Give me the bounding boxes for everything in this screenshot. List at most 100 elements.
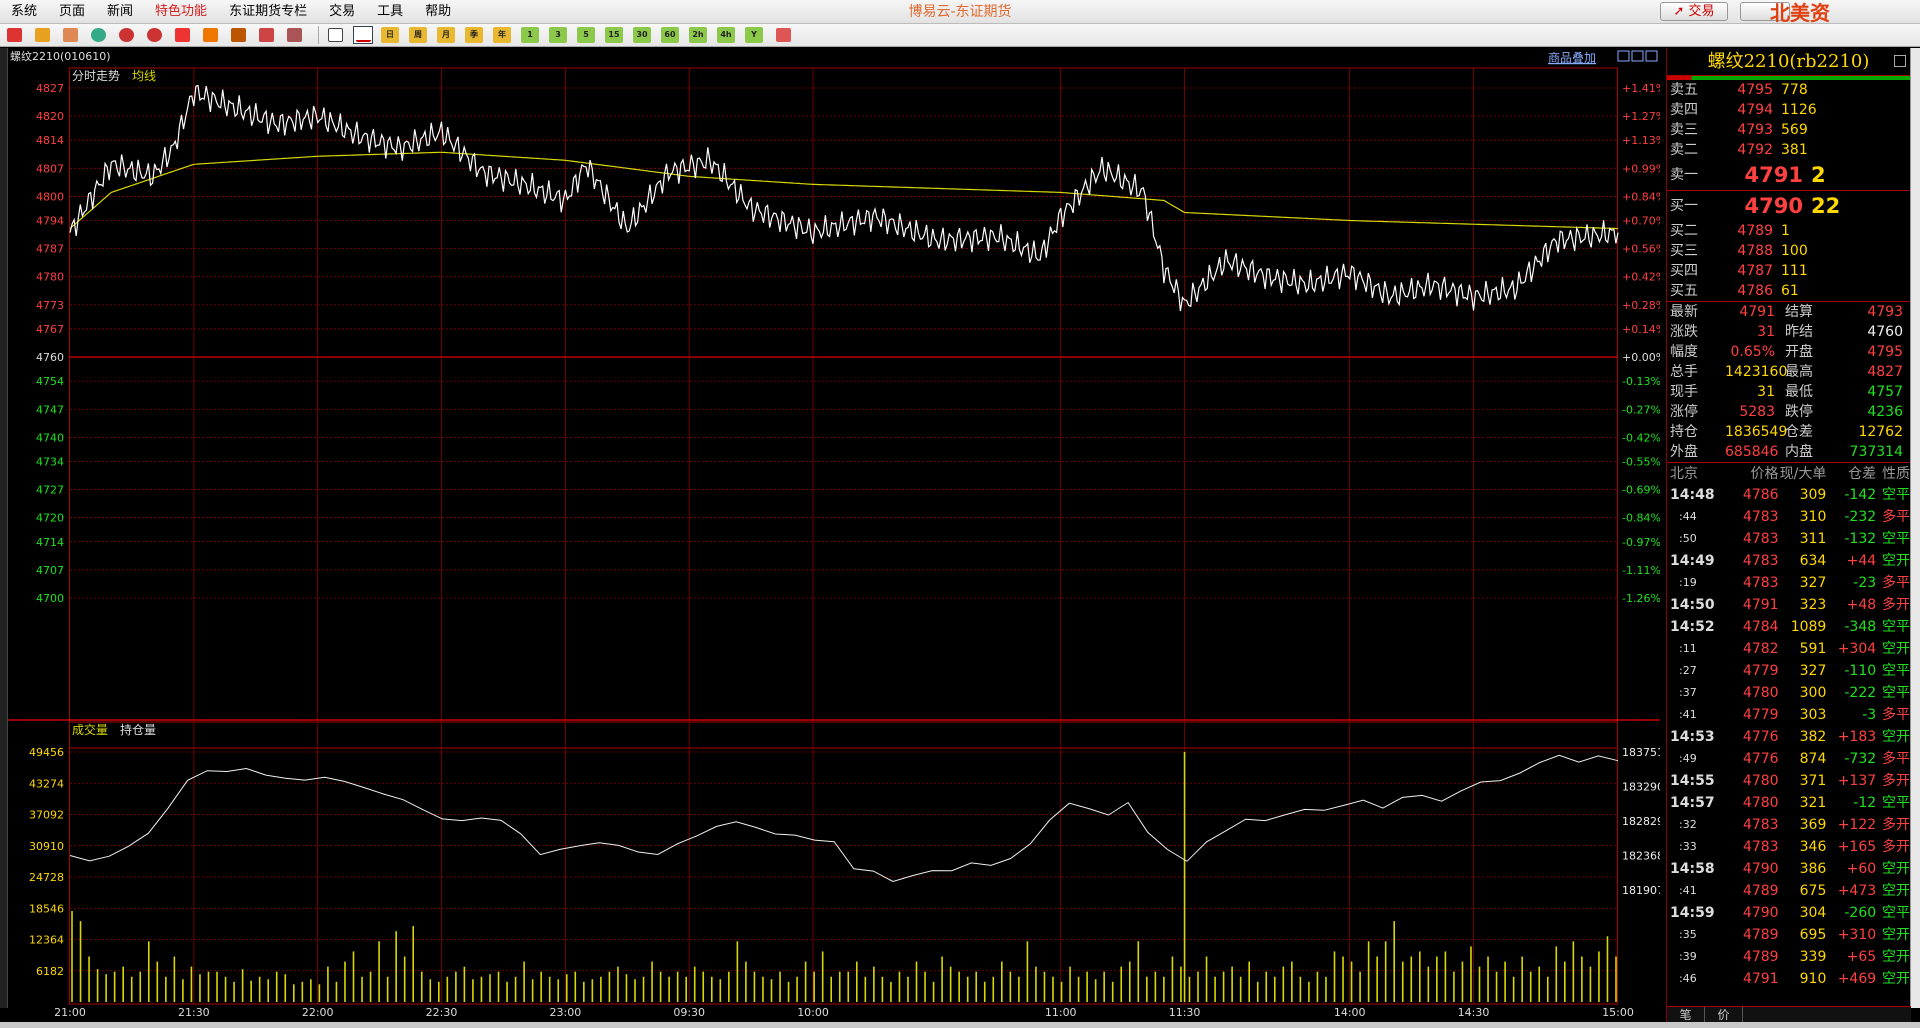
tick-row[interactable]: 14:49 4783 634 +44 空开 xyxy=(1667,550,1910,572)
tick-header: 北京 价格 现/大单 仓差 性质 xyxy=(1667,462,1910,484)
window-icon[interactable] xyxy=(172,26,192,44)
stat-label: 幅度 xyxy=(1670,344,1698,360)
period-button-11[interactable]: 2h xyxy=(689,27,707,43)
menu-item-6[interactable]: 工具 xyxy=(366,0,414,24)
tick-price: 4786 xyxy=(1742,487,1779,503)
period-button-13[interactable]: Y xyxy=(745,27,763,43)
stat-value: 4791 xyxy=(1739,304,1775,320)
tick-row[interactable]: 14:50 4791 323 +48 多开 xyxy=(1667,594,1910,616)
tick-row[interactable]: :37 4780 300 -222 空平 xyxy=(1667,682,1910,704)
tick-row[interactable]: :39 4789 339 +65 空开 xyxy=(1667,946,1910,968)
maximize-icon[interactable] xyxy=(1894,55,1906,67)
period-button-10[interactable]: 60 xyxy=(661,27,679,43)
tick-time: 14:48 xyxy=(1670,487,1715,503)
period-button-9[interactable]: 30 xyxy=(633,27,651,43)
zoom-in-icon[interactable] xyxy=(116,26,136,44)
tick-row[interactable]: :41 4789 675 +473 空开 xyxy=(1667,880,1910,902)
sell-price: 4795 xyxy=(1737,82,1773,98)
tick-nature: 多平 xyxy=(1882,509,1911,525)
home-icon[interactable] xyxy=(4,26,24,44)
tick-row[interactable]: 14:59 4790 304 -260 空平 xyxy=(1667,902,1910,924)
period-button-3[interactable]: 季 xyxy=(465,27,483,43)
time-tick-label: 14:00 xyxy=(1334,1006,1366,1019)
tick-row[interactable]: :32 4783 369 +122 多开 xyxy=(1667,814,1910,836)
pen-icon[interactable] xyxy=(200,26,220,44)
zoom-out-icon[interactable] xyxy=(144,26,164,44)
buy-volume: 100 xyxy=(1781,243,1808,259)
time-tick-label: 21:00 xyxy=(54,1006,86,1019)
tick-row[interactable]: :44 4783 310 -232 多平 xyxy=(1667,506,1910,528)
tick-oi-change: +304 xyxy=(1837,641,1877,657)
quote-table-icon[interactable] xyxy=(325,26,345,44)
paint-icon[interactable] xyxy=(228,26,248,44)
quote-tab-0[interactable]: 笔 xyxy=(1667,1007,1705,1022)
tick-row[interactable]: :41 4779 303 -3 多平 xyxy=(1667,704,1910,726)
tick-row[interactable]: :50 4783 311 -132 空平 xyxy=(1667,528,1910,550)
tick-row[interactable]: 14:57 4780 321 -12 空平 xyxy=(1667,792,1910,814)
period-button-1[interactable]: 周 xyxy=(409,27,427,43)
tick-oi-change: +165 xyxy=(1837,839,1877,855)
tick-row[interactable]: 14:48 4786 309 -142 空平 xyxy=(1667,484,1910,506)
left-sidebar[interactable] xyxy=(0,48,8,1008)
tick-price: 4783 xyxy=(1742,531,1779,547)
tick-volume: 371 xyxy=(1799,773,1827,789)
tick-row[interactable]: 14:53 4776 382 +183 空开 xyxy=(1667,726,1910,748)
tools-icon[interactable] xyxy=(284,26,304,44)
sell-level-3: 卖三 4793 569 xyxy=(1667,120,1910,140)
quote-stats: 最新 4791 结算 4793 涨跌 31 昨结 4760 幅度 0.65% 开盘 4795 总手 142… xyxy=(1667,302,1910,462)
quote-tab-1[interactable]: 价 xyxy=(1705,1007,1743,1022)
tick-nature: 多开 xyxy=(1882,817,1911,833)
tick-row[interactable]: :33 4783 346 +165 多开 xyxy=(1667,836,1910,858)
calculator-icon[interactable] xyxy=(773,26,793,44)
tick-nature: 多开 xyxy=(1882,597,1910,613)
tick-row[interactable]: :49 4776 874 -732 多平 xyxy=(1667,748,1910,770)
tick-row[interactable]: 14:52 4784 1089 -348 空平 xyxy=(1667,616,1910,638)
tick-time: :35 xyxy=(1679,928,1697,941)
period-button-0[interactable]: 日 xyxy=(381,27,399,43)
period-button-6[interactable]: 3 xyxy=(549,27,567,43)
intraday-chart-icon[interactable] xyxy=(353,26,373,44)
trade-button[interactable]: ➚ 交易 xyxy=(1660,2,1728,21)
refresh-icon[interactable] xyxy=(88,26,108,44)
menu-list: 系统 页面 新闻 特色功能 东证期货专栏 交易 工具 帮助 xyxy=(0,0,462,24)
tick-oi-change: +44 xyxy=(1846,553,1877,569)
period-button-7[interactable]: 5 xyxy=(577,27,595,43)
tick-row[interactable]: :35 4789 695 +310 空开 xyxy=(1667,924,1910,946)
menu-item-3[interactable]: 特色功能 xyxy=(144,0,218,24)
tick-time: :41 xyxy=(1679,884,1697,897)
menu-item-2[interactable]: 新闻 xyxy=(96,0,144,24)
price-tick-label: 4734 xyxy=(36,455,64,468)
period-button-5[interactable]: 1 xyxy=(521,27,539,43)
menu-item-0[interactable]: 系统 xyxy=(0,0,48,24)
overlay-link[interactable]: 商品叠加 xyxy=(1548,50,1596,65)
sell-level-4: 卖四 4794 1126 xyxy=(1667,100,1910,120)
tick-row[interactable]: :46 4791 910 +469 空开 xyxy=(1667,968,1910,990)
tick-list[interactable]: 14:48 4786 309 -142 空平:44 4783 310 -232 多平:50 478… xyxy=(1667,484,1910,990)
menu-item-1[interactable]: 页面 xyxy=(48,0,96,24)
filter-icon[interactable] xyxy=(256,26,276,44)
tick-row[interactable]: 14:55 4780 371 +137 多开 xyxy=(1667,770,1910,792)
price-tick-label: 4820 xyxy=(36,110,64,123)
pct-tick-label: -0.27% xyxy=(1622,403,1660,416)
menu-item-5[interactable]: 交易 xyxy=(318,0,366,24)
period-button-12[interactable]: 4h xyxy=(717,27,735,43)
news-icon[interactable] xyxy=(60,26,80,44)
period-button-2[interactable]: 月 xyxy=(437,27,455,43)
intraday-chart[interactable]: 螺纹2210(010610) 商品叠加 4827 +1.41% 4820 +1.27%… xyxy=(8,48,1660,1022)
period-button-4[interactable]: 年 xyxy=(493,27,511,43)
menu-item-7[interactable]: 帮助 xyxy=(414,0,462,24)
tick-volume: 591 xyxy=(1799,641,1827,657)
tick-row[interactable]: :27 4779 327 -110 空平 xyxy=(1667,660,1910,682)
period-button-8[interactable]: 15 xyxy=(605,27,623,43)
period-buttons: 日周月季年 1 3 5 15 30 60 2h 4h Y xyxy=(381,27,773,43)
right-sidebar[interactable] xyxy=(1910,48,1920,1008)
tick-volume: 369 xyxy=(1799,817,1827,833)
menu-item-4[interactable]: 东证期货专栏 xyxy=(218,0,318,24)
tick-row[interactable]: :19 4783 327 -23 多平 xyxy=(1667,572,1910,594)
stat-label: 内盘 xyxy=(1785,444,1813,460)
back-icon[interactable] xyxy=(32,26,52,44)
tick-row[interactable]: :11 4782 591 +304 空开 xyxy=(1667,638,1910,660)
tick-row[interactable]: 14:58 4790 386 +60 空开 xyxy=(1667,858,1910,880)
tick-nature: 空开 xyxy=(1882,729,1910,745)
volume-tick-label: 37092 xyxy=(29,809,64,822)
